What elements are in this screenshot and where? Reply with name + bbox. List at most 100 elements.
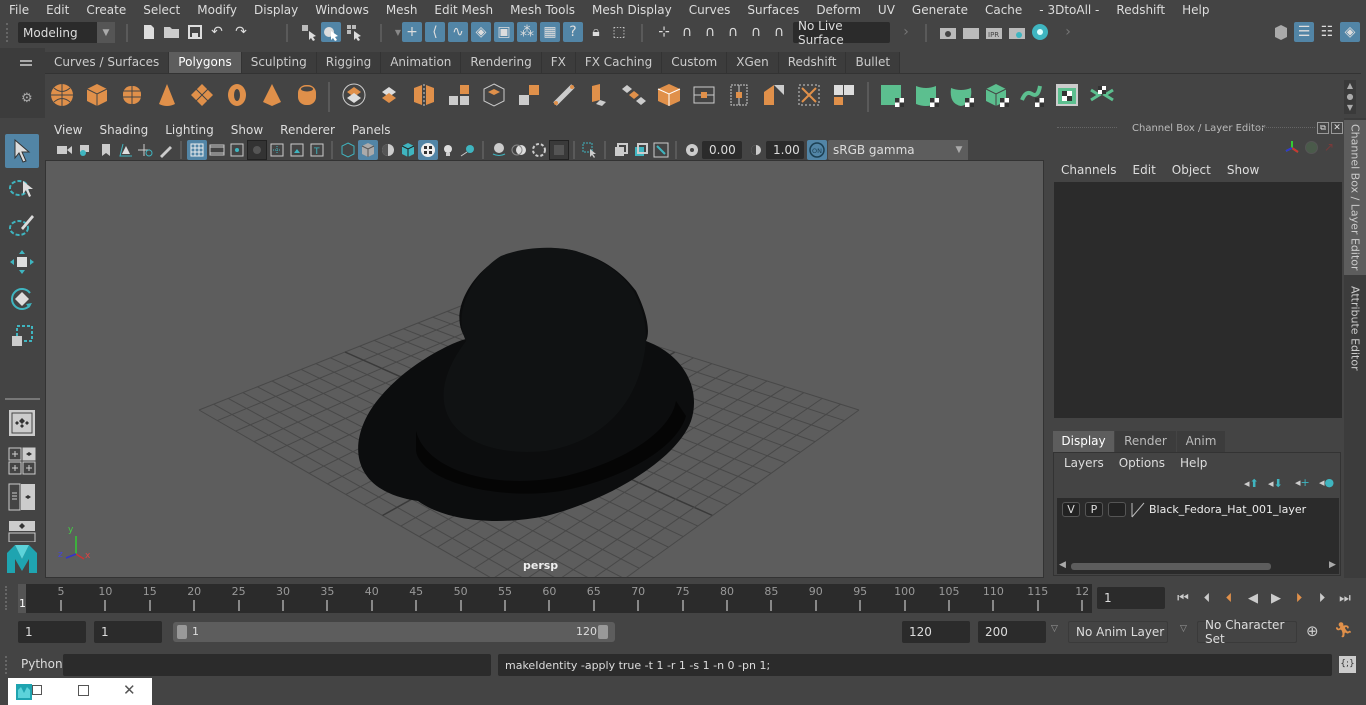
select-by-hierarchy-icon[interactable] — [299, 22, 319, 42]
uv-toolkit-icon[interactable] — [1089, 82, 1115, 108]
shelf-tab-rigging[interactable]: Rigging — [316, 52, 382, 73]
color-management-toggle[interactable]: ON — [807, 140, 827, 160]
layer-name[interactable]: Black_Fedora_Hat_001_layer — [1149, 503, 1306, 516]
layer-tab-anim[interactable]: Anim — [1177, 431, 1225, 452]
menu-generate[interactable]: Generate — [903, 3, 976, 17]
cylindrical-uv-icon[interactable] — [914, 82, 940, 108]
modeling-toolkit-icon[interactable] — [1271, 22, 1291, 42]
smooth-shade-icon[interactable] — [358, 140, 378, 160]
viewport-menu-lighting[interactable]: Lighting — [156, 123, 222, 137]
default-material-icon[interactable] — [378, 140, 398, 160]
lights-icon[interactable] — [438, 140, 458, 160]
separate-icon[interactable] — [376, 82, 402, 108]
go-to-end-button[interactable]: ⏭ — [1335, 589, 1355, 607]
menu-display[interactable]: Display — [245, 3, 306, 17]
hyperbolic-toggle-icon[interactable]: ↗ — [1324, 140, 1334, 154]
poly-cylinder-icon[interactable] — [119, 82, 145, 108]
film-gate-icon[interactable] — [207, 140, 227, 160]
menu-edit[interactable]: Edit — [37, 3, 77, 17]
grid-toggle-icon[interactable] — [187, 140, 207, 160]
append-polygon-icon[interactable] — [656, 82, 682, 108]
gamma-icon[interactable] — [746, 140, 766, 160]
side-tab-attribute-editor[interactable]: Attribute Editor — [1344, 278, 1366, 378]
play-backwards-button[interactable]: ◀ — [1243, 589, 1263, 607]
unfold-uv-icon[interactable] — [1019, 82, 1045, 108]
undo-icon[interactable]: ↶ — [207, 22, 227, 42]
select-joints-icon[interactable]: ⟨ — [425, 22, 445, 42]
menu-edit-mesh[interactable]: Edit Mesh — [425, 3, 501, 17]
motion-blur-icon[interactable] — [509, 140, 529, 160]
manipulator-axis-icon[interactable] — [1285, 140, 1299, 154]
spherical-uv-icon[interactable] — [949, 82, 975, 108]
wireframe-on-shaded-icon[interactable] — [398, 140, 418, 160]
xray-icon[interactable] — [611, 140, 631, 160]
field-chart-icon[interactable] — [267, 140, 287, 160]
combine-icon[interactable] — [341, 82, 367, 108]
range-slider[interactable]: 1 120 — [173, 622, 615, 642]
menu-redshift[interactable]: Redshift — [1107, 3, 1173, 17]
safe-title-icon[interactable]: T — [307, 140, 327, 160]
poly-sphere-icon[interactable] — [49, 82, 75, 108]
lock-selection-icon[interactable]: 🔒︎ — [586, 22, 606, 42]
scroll-left-icon[interactable]: ◀ — [1059, 560, 1066, 570]
outliner-layout-button[interactable] — [5, 480, 39, 514]
menu-deform[interactable]: Deform — [807, 3, 869, 17]
xray-joints-icon[interactable] — [651, 140, 671, 160]
resolution-gate-icon[interactable] — [227, 140, 247, 160]
reduce-icon[interactable] — [481, 82, 507, 108]
depth-of-field-icon[interactable] — [549, 140, 569, 160]
viewport-menu-view[interactable]: View — [45, 123, 90, 137]
shelf-tab-curves-surfaces[interactable]: Curves / Surfaces — [45, 52, 170, 73]
mirror-icon[interactable] — [411, 82, 437, 108]
four-view-layout-button[interactable] — [5, 444, 39, 478]
step-forward-frame-button[interactable]: ⏵︎ — [1312, 589, 1332, 607]
tool-settings-toggle-icon[interactable]: ☷ — [1317, 22, 1337, 42]
2d-pan-zoom-icon[interactable] — [136, 140, 156, 160]
exposure-field[interactable]: 0.00 — [702, 141, 742, 159]
poly-torus-icon[interactable] — [224, 82, 250, 108]
auto-key-icon[interactable]: ⊕ — [1306, 622, 1319, 640]
cb-menu-object[interactable]: Object — [1172, 163, 1211, 177]
select-deformations-icon[interactable]: ▣ — [494, 22, 514, 42]
merge-icon[interactable] — [796, 82, 822, 108]
automatic-uv-icon[interactable] — [984, 82, 1010, 108]
snap-to-grid-icon[interactable]: ⊹ — [654, 22, 674, 42]
shelf-tab-sculpting[interactable]: Sculpting — [241, 52, 317, 73]
step-back-key-button[interactable]: ⏴︎ — [1219, 589, 1239, 607]
shelf-tab-fx-caching[interactable]: FX Caching — [575, 52, 663, 73]
render-current-frame-icon[interactable] — [961, 22, 981, 42]
new-layer-from-selected-icon[interactable]: ◂● — [1319, 476, 1334, 489]
extrude-icon[interactable] — [586, 82, 612, 108]
scroll-up-icon[interactable]: ▲ — [1344, 80, 1356, 91]
screen-space-ao-icon[interactable] — [489, 140, 509, 160]
drag-grip[interactable] — [5, 656, 9, 674]
collapse-arrow-icon[interactable]: › — [896, 22, 916, 42]
remesh-icon[interactable] — [516, 82, 542, 108]
new-layer-icon[interactable]: ◂+ — [1295, 476, 1310, 489]
menu-mesh-tools[interactable]: Mesh Tools — [501, 3, 583, 17]
select-rendering-icon[interactable]: ▦ — [540, 22, 560, 42]
poly-cube-icon[interactable] — [84, 82, 110, 108]
menu-modify[interactable]: Modify — [188, 3, 245, 17]
layer-horizontal-scrollbar[interactable]: ◀ ▶ — [1057, 560, 1339, 573]
maximize-icon[interactable] — [78, 685, 89, 696]
grease-pencil-icon[interactable] — [156, 140, 176, 160]
select-curves-icon[interactable]: ∿ — [448, 22, 468, 42]
viewport-menu-show[interactable]: Show — [222, 123, 271, 137]
lasso-tool[interactable] — [5, 171, 39, 205]
layer-menu-options[interactable]: Options — [1119, 456, 1165, 470]
select-misc-icon[interactable]: ? — [563, 22, 583, 42]
snap-to-view-plane-icon[interactable]: ∩ — [723, 22, 743, 42]
isolate-select-icon[interactable] — [580, 140, 600, 160]
scene-canvas[interactable] — [46, 161, 1044, 578]
playback-start-field[interactable]: 1 — [94, 621, 162, 643]
play-forwards-button[interactable]: ▶ — [1266, 589, 1286, 607]
channel-box-toggle-icon[interactable]: ◈ — [1340, 22, 1360, 42]
quad-draw-icon[interactable] — [831, 82, 857, 108]
layer-display-type-toggle[interactable] — [1108, 502, 1126, 517]
bookmark-icon[interactable] — [96, 140, 116, 160]
speed-toggle-icon[interactable] — [1305, 141, 1318, 154]
highlight-selection-icon[interactable]: ⬚ — [609, 22, 629, 42]
poly-pipe-icon[interactable] — [294, 82, 320, 108]
shelf-tab-animation[interactable]: Animation — [381, 52, 462, 73]
